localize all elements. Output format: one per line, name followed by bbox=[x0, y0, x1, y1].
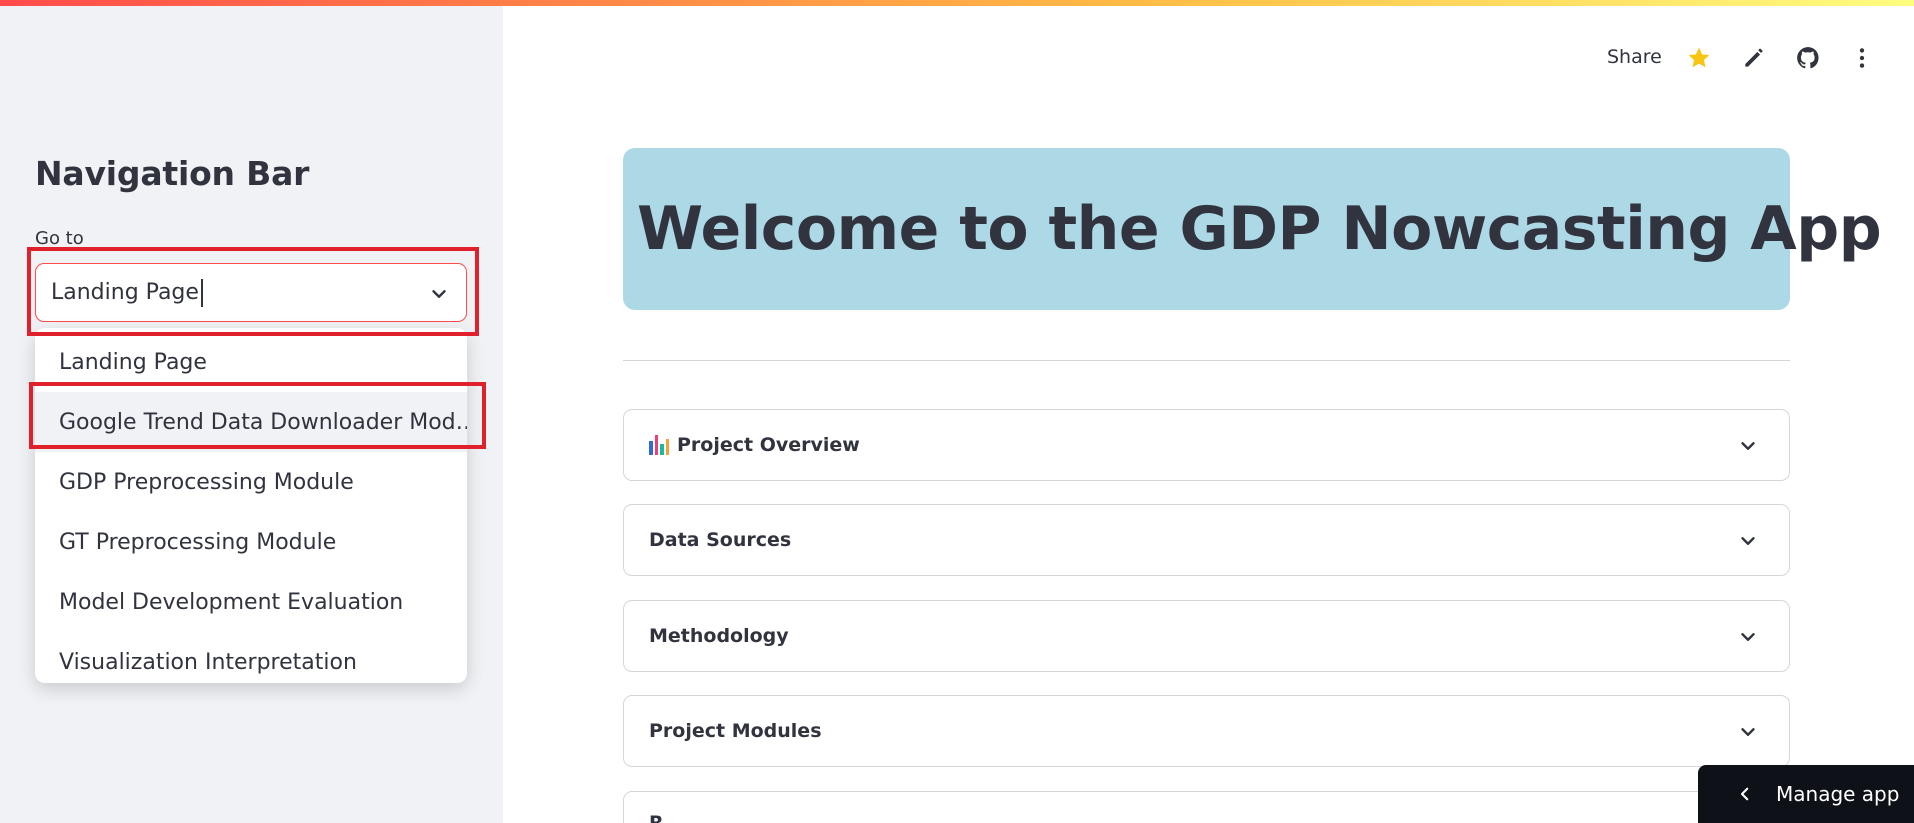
expander-label: R bbox=[649, 812, 664, 823]
divider bbox=[623, 360, 1790, 361]
expander-label: Methodology bbox=[649, 625, 789, 647]
expander-project-modules[interactable]: Project Modules bbox=[623, 695, 1790, 767]
expander-label: Project Overview bbox=[677, 434, 860, 456]
chevron-down-icon[interactable] bbox=[1737, 530, 1759, 552]
expander-methodology[interactable]: Methodology bbox=[623, 600, 1790, 672]
page-select[interactable]: Landing Page bbox=[35, 263, 467, 322]
chevron-down-icon[interactable] bbox=[1737, 626, 1759, 648]
dropdown-option-gt-preprocessing[interactable]: GT Preprocessing Module bbox=[35, 512, 467, 572]
dropdown-option-visualization[interactable]: Visualization Interpretation bbox=[35, 632, 467, 683]
dropdown-option-google-trend-downloader[interactable]: Google Trend Data Downloader Mod… bbox=[35, 392, 467, 452]
edit-icon[interactable] bbox=[1741, 45, 1767, 71]
page-select-value[interactable]: Landing Page bbox=[51, 280, 199, 305]
bar-chart-icon bbox=[649, 435, 669, 455]
expander-label: Project Modules bbox=[649, 720, 822, 742]
chevron-down-icon[interactable] bbox=[1737, 721, 1759, 743]
chevron-down-icon[interactable] bbox=[1737, 435, 1759, 457]
sidebar-title: Navigation Bar bbox=[35, 154, 310, 193]
more-vertical-icon[interactable] bbox=[1849, 45, 1875, 71]
share-button[interactable]: Share bbox=[1607, 46, 1662, 68]
text-cursor bbox=[200, 278, 203, 307]
expander-data-sources[interactable]: Data Sources bbox=[623, 504, 1790, 576]
goto-label: Go to bbox=[35, 228, 84, 249]
page-title: Welcome to the GDP Nowcasting App bbox=[637, 194, 1882, 264]
welcome-banner: Welcome to the GDP Nowcasting App bbox=[623, 148, 1882, 310]
dropdown-option-model-development[interactable]: Model Development Evaluation bbox=[35, 572, 467, 632]
page-select-dropdown: Landing Page Google Trend Data Downloade… bbox=[35, 328, 467, 683]
top-decoration-bar bbox=[0, 0, 1914, 6]
manage-app-label: Manage app bbox=[1776, 782, 1900, 806]
dropdown-option-landing-page[interactable]: Landing Page bbox=[35, 332, 467, 392]
github-icon[interactable] bbox=[1795, 45, 1821, 71]
chevron-left-icon bbox=[1740, 787, 1749, 801]
sidebar: Navigation Bar Go to Landing Page Landin… bbox=[0, 0, 503, 823]
expander-label: Data Sources bbox=[649, 529, 792, 551]
expander-project-overview[interactable]: Project Overview bbox=[623, 409, 1790, 481]
star-icon[interactable] bbox=[1686, 45, 1712, 71]
manage-app-button[interactable]: Manage app bbox=[1698, 765, 1914, 823]
chevron-down-icon[interactable] bbox=[428, 283, 450, 305]
expander-partial[interactable]: R bbox=[623, 791, 1790, 823]
dropdown-option-gdp-preprocessing[interactable]: GDP Preprocessing Module bbox=[35, 452, 467, 512]
